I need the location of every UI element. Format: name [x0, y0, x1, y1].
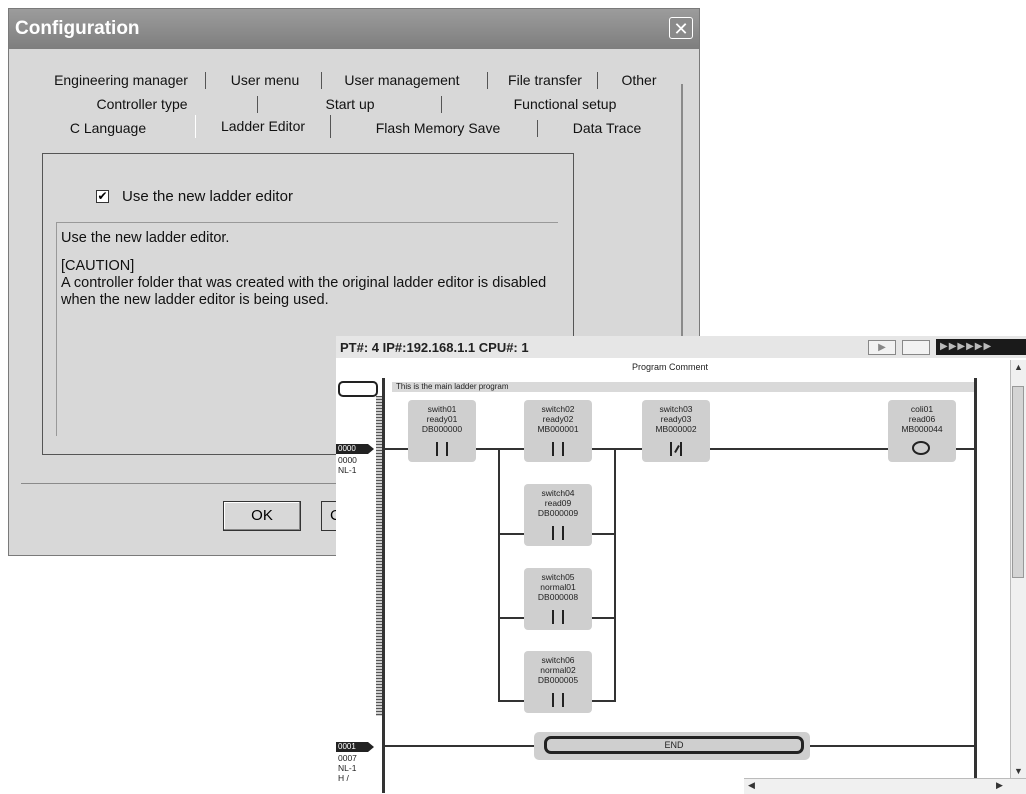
contact-switch06[interactable]: switch06 normal02 DB000005 [524, 651, 592, 713]
no-contact-icon [430, 442, 454, 456]
comment-marker-icon [338, 381, 378, 397]
description-line: when the new ladder editor is being used… [61, 292, 329, 308]
element-comment: read06 [908, 414, 936, 424]
close-icon[interactable]: ✕ [669, 17, 693, 39]
rung-step: 0007 [338, 753, 357, 763]
tab-file-transfer[interactable]: File transfer [497, 69, 593, 92]
no-contact-icon [546, 610, 570, 624]
element-name: switch02 [541, 404, 575, 414]
tab-data-trace[interactable]: Data Trace [557, 117, 657, 140]
element-name: swith01 [427, 404, 457, 414]
ladder-titlebar: PT#: 4 IP#:192.168.1.1 CPU#: 1 ▶ ▶▶▶▶▶▶ [336, 336, 1026, 358]
scroll-right-icon[interactable]: ▶ [996, 780, 1003, 791]
tab-engineering-manager[interactable]: Engineering manager [49, 69, 193, 92]
run-button[interactable]: ▶ [868, 340, 896, 355]
tab-controller-type[interactable]: Controller type [77, 93, 207, 116]
rung-nl: NL-1 [338, 465, 357, 475]
stop-button[interactable] [902, 340, 930, 355]
branch-right-wire [614, 448, 616, 702]
caution-heading: [CAUTION] [61, 258, 135, 274]
tab-other[interactable]: Other [607, 69, 671, 92]
description-line: A controller folder that was created wit… [61, 275, 547, 291]
program-comment-text: This is the main ladder program [396, 382, 509, 391]
checkbox-label: Use the new ladder editor [122, 188, 293, 205]
element-address: DB000000 [421, 424, 463, 434]
ladder-editor-window: PT#: 4 IP#:192.168.1.1 CPU#: 1 ▶ ▶▶▶▶▶▶ … [336, 336, 1026, 794]
scroll-up-icon[interactable]: ▲ [1014, 362, 1023, 372]
no-contact-icon [546, 442, 570, 456]
program-comment-label: Program Comment [632, 362, 709, 372]
left-power-rail [382, 378, 385, 793]
rung-nl: NL-1 [338, 763, 357, 773]
element-name: coli01 [910, 404, 934, 414]
tab-user-menu[interactable]: User menu [217, 69, 313, 92]
tab-ladder-editor[interactable]: Ladder Editor [195, 115, 331, 138]
tab-functional-setup[interactable]: Functional setup [497, 93, 633, 116]
contact-switch05[interactable]: switch05 normal01 DB000008 [524, 568, 592, 630]
dialog-titlebar[interactable]: Configuration ✕ [9, 9, 699, 49]
dialog-title: Configuration [15, 18, 140, 39]
nc-contact-icon [664, 442, 688, 456]
rung-number-tag[interactable]: 0001 [336, 742, 374, 752]
horizontal-scrollbar[interactable] [744, 778, 1026, 794]
element-comment: normal01 [540, 582, 576, 592]
tab-flash-memory-save[interactable]: Flash Memory Save [353, 117, 523, 140]
element-comment: ready03 [660, 414, 692, 424]
contact-switch02[interactable]: switch02 ready02 MB000001 [524, 400, 592, 462]
rung-extra: H / [338, 773, 349, 783]
no-contact-icon [546, 526, 570, 540]
ok-button[interactable]: OK [223, 501, 301, 531]
coil-coli01[interactable]: coli01 read06 MB000044 [888, 400, 956, 462]
element-name: switch04 [541, 488, 575, 498]
vertical-scroll-thumb[interactable] [1012, 386, 1024, 578]
description-line: Use the new ladder editor. [61, 230, 230, 246]
coil-icon [912, 441, 930, 455]
use-new-ladder-editor-checkbox[interactable]: ✔ [96, 190, 109, 203]
element-comment: ready01 [426, 414, 458, 424]
contact-switch03[interactable]: switch03 ready03 MB000002 [642, 400, 710, 462]
element-name: switch06 [541, 655, 575, 665]
tab-start-up[interactable]: Start up [305, 93, 395, 116]
element-address: MB000001 [537, 424, 579, 434]
contact-swith01[interactable]: swith01 ready01 DB000000 [408, 400, 476, 462]
contact-switch04[interactable]: switch04 read09 DB000009 [524, 484, 592, 546]
element-address: MB000002 [655, 424, 697, 434]
element-address: DB000008 [537, 592, 579, 602]
rung-number-tag[interactable]: 0000 [336, 444, 374, 454]
right-power-rail [974, 378, 977, 793]
rung-step: 0000 [338, 455, 357, 465]
scroll-left-icon[interactable]: ◀ [748, 780, 755, 791]
element-address: DB000009 [537, 508, 579, 518]
end-instruction[interactable]: END [544, 736, 804, 754]
element-address: MB000044 [901, 424, 943, 434]
element-name: switch05 [541, 572, 575, 582]
element-address: DB000005 [537, 675, 579, 685]
branch-left-wire [498, 448, 500, 702]
tab-c-language[interactable]: C Language [53, 117, 163, 140]
scroll-down-icon[interactable]: ▼ [1014, 766, 1023, 776]
connection-info: PT#: 4 IP#:192.168.1.1 CPU#: 1 [340, 340, 529, 355]
tab-user-management[interactable]: User management [331, 69, 473, 92]
no-contact-icon [546, 693, 570, 707]
element-comment: read09 [544, 498, 572, 508]
monitor-indicator: ▶▶▶▶▶▶ [936, 339, 1026, 355]
element-comment: normal02 [540, 665, 576, 675]
element-name: switch03 [659, 404, 693, 414]
element-comment: ready02 [542, 414, 574, 424]
